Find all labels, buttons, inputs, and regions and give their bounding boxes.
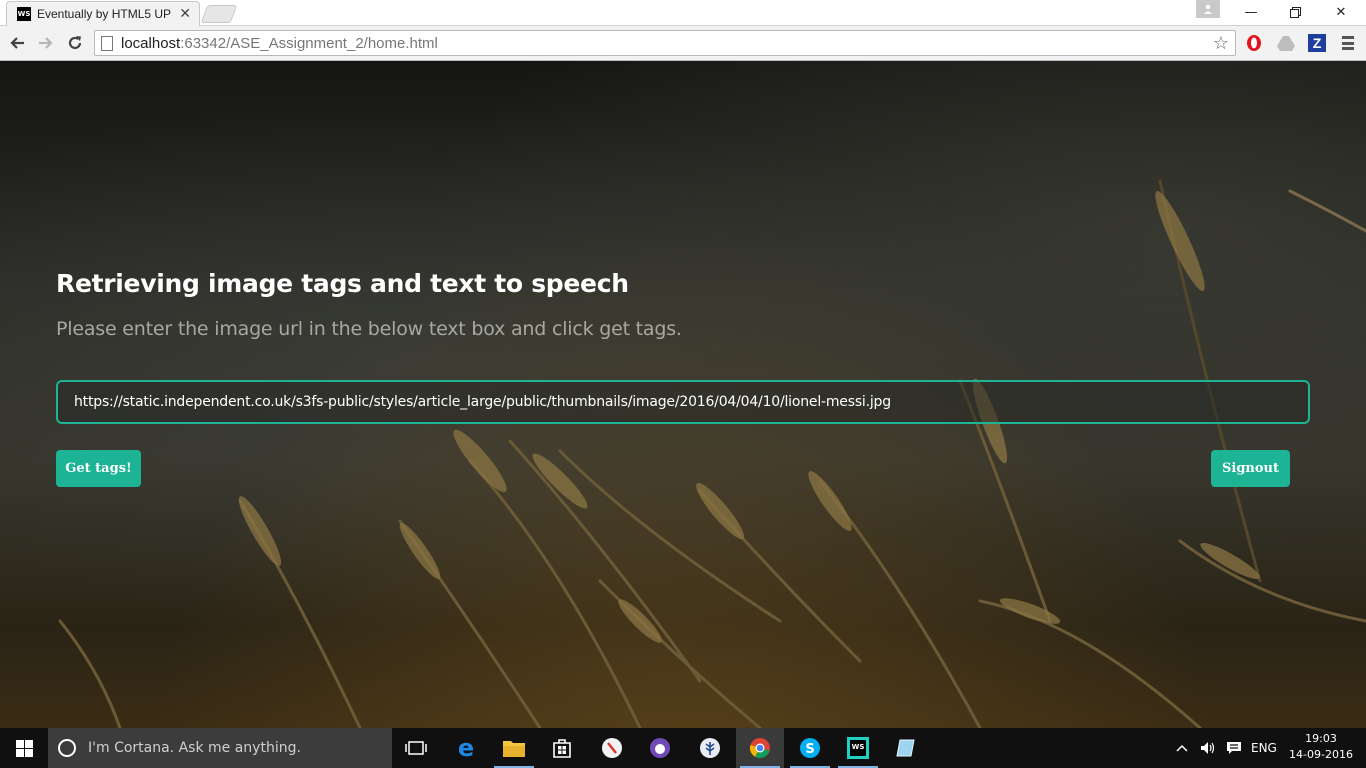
opera-extension-icon[interactable] — [1244, 33, 1264, 53]
svg-text:S: S — [805, 742, 814, 757]
page-viewport: Retrieving image tags and text to speech… — [0, 61, 1366, 728]
chrome-menu-icon[interactable] — [1340, 35, 1356, 51]
page-icon — [101, 35, 113, 51]
cortana-icon — [58, 739, 76, 757]
windows-start-icon[interactable] — [0, 728, 48, 768]
signout-button[interactable]: Signout — [1211, 450, 1290, 487]
url-host: localhost — [121, 34, 181, 52]
action-center-icon[interactable] — [1226, 728, 1242, 768]
task-view-icon[interactable] — [392, 728, 440, 768]
file-explorer-icon[interactable] — [490, 728, 538, 768]
drive-extension-icon[interactable] — [1276, 33, 1296, 53]
input-language[interactable]: ENG — [1251, 728, 1277, 768]
webstorm-favicon-icon: WS — [17, 7, 31, 21]
page-instructions: Please enter the image url in the below … — [56, 318, 682, 340]
windows-taskbar: I'm Cortana. Ask me anything. e S WS ENG — [0, 728, 1366, 768]
reload-icon[interactable] — [64, 32, 86, 54]
tab-strip: WS Eventually by HTML5 UP ✕ — ✕ — [0, 0, 1366, 26]
chrome-icon[interactable] — [736, 728, 784, 768]
webstorm-icon[interactable]: WS — [834, 728, 882, 768]
store-icon[interactable] — [538, 728, 586, 768]
tab-title: Eventually by HTML5 UP — [37, 7, 172, 21]
volume-icon[interactable] — [1200, 728, 1216, 768]
browser-tab[interactable]: WS Eventually by HTML5 UP ✕ — [6, 1, 200, 26]
github-app-icon[interactable] — [636, 728, 684, 768]
restore-icon[interactable] — [1272, 0, 1318, 24]
notepad-icon[interactable] — [882, 728, 930, 768]
page-title: Retrieving image tags and text to speech — [56, 269, 629, 298]
show-hidden-icons[interactable] — [1176, 728, 1188, 768]
zotero-extension-icon[interactable]: Z — [1307, 33, 1327, 53]
image-url-input[interactable] — [56, 380, 1310, 424]
system-clock[interactable]: 19:03 14-09-2016 — [1288, 731, 1354, 763]
cortana-placeholder: I'm Cortana. Ask me anything. — [88, 740, 301, 756]
compass-app-icon[interactable] — [588, 728, 636, 768]
svg-text:WS: WS — [852, 743, 865, 751]
address-bar[interactable]: localhost:63342/ASE_Assignment_2/home.ht… — [94, 30, 1236, 56]
new-tab-button[interactable] — [200, 5, 238, 23]
skype-icon[interactable]: S — [786, 728, 834, 768]
close-window-icon[interactable]: ✕ — [1318, 0, 1364, 24]
get-tags-button[interactable]: Get tags! — [56, 450, 141, 487]
cortana-search-box[interactable]: I'm Cortana. Ask me anything. — [48, 728, 392, 768]
clock-date: 14-09-2016 — [1289, 748, 1353, 761]
clock-time: 19:03 — [1305, 732, 1337, 745]
sourcetree-icon[interactable] — [686, 728, 734, 768]
profile-icon[interactable] — [1196, 0, 1220, 18]
forward-icon[interactable] — [35, 32, 57, 54]
url-path: :63342/ASE_Assignment_2/home.html — [180, 34, 438, 52]
back-icon[interactable] — [6, 32, 28, 54]
bookmark-star-icon[interactable]: ☆ — [1213, 33, 1229, 54]
tab-close-icon[interactable]: ✕ — [179, 6, 191, 22]
edge-browser-icon[interactable]: e — [442, 728, 490, 768]
minimize-icon[interactable]: — — [1228, 0, 1274, 24]
browser-toolbar: localhost:63342/ASE_Assignment_2/home.ht… — [0, 26, 1366, 61]
